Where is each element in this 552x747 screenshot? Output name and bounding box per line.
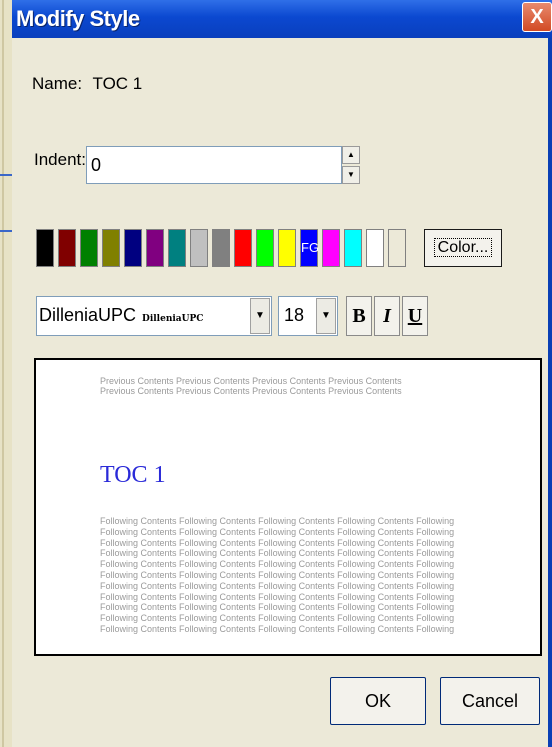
- preview-previous-text: Previous Contents Previous Contents Prev…: [100, 376, 420, 396]
- background-divider: [0, 230, 12, 232]
- name-value: TOC 1: [92, 74, 143, 93]
- color-button-label: Color...: [433, 238, 493, 257]
- indent-label: Indent:: [34, 150, 86, 169]
- title-bar[interactable]: Modify Style X: [12, 0, 552, 38]
- preview-line: Previous Contents Previous Contents Prev…: [100, 386, 402, 396]
- preview-line: Following Contents Following Contents Fo…: [100, 580, 455, 591]
- color-swatch[interactable]: [234, 229, 252, 267]
- preview-line: Following Contents Following Contents Fo…: [100, 516, 455, 526]
- color-swatch[interactable]: [388, 229, 406, 267]
- bold-button[interactable]: B: [346, 296, 372, 336]
- preview-line: Following Contents Following Contents Fo…: [100, 526, 455, 537]
- indent-spinner[interactable]: ▲ ▼: [342, 146, 360, 184]
- modify-style-dialog: Modify Style X Name: TOC 1 Indent: ▲ ▼ F…: [12, 0, 552, 747]
- background-window-edge: [0, 0, 12, 747]
- cancel-button[interactable]: Cancel: [440, 677, 540, 725]
- color-swatch[interactable]: [146, 229, 164, 267]
- preview-line: Following Contents Following Contents Fo…: [100, 548, 455, 559]
- font-name-text: DilleniaUPC: [39, 305, 137, 325]
- color-swatch[interactable]: [168, 229, 186, 267]
- style-name-row: Name: TOC 1: [32, 74, 148, 94]
- color-swatch[interactable]: [344, 229, 362, 267]
- preview-line: Following Contents Following Contents Fo…: [100, 559, 455, 570]
- chevron-down-icon[interactable]: ▼: [250, 298, 270, 334]
- preview-heading: TOC 1: [100, 462, 166, 488]
- color-swatch[interactable]: [322, 229, 340, 267]
- indent-field[interactable]: [86, 146, 342, 184]
- window-title: Modify Style: [16, 6, 140, 31]
- font-name-dropdown[interactable]: DilleniaUPC DilleniaUPC ▼: [36, 296, 272, 336]
- preview-line: Previous Contents Previous Contents Prev…: [100, 376, 402, 386]
- preview-line: Following Contents Following Contents Fo…: [100, 569, 455, 580]
- preview-line: Following Contents Following Contents Fo…: [100, 537, 455, 548]
- name-label: Name:: [32, 74, 83, 93]
- background-divider: [0, 174, 12, 176]
- preview-line: Following Contents Following Contents Fo…: [100, 602, 455, 613]
- chevron-down-icon[interactable]: ▼: [316, 298, 336, 334]
- color-swatch[interactable]: [102, 229, 120, 267]
- preview-line: Following Contents Following Contents Fo…: [100, 591, 455, 602]
- preview-line: Following Contents Following Contents Fo…: [100, 623, 455, 634]
- spin-down-icon[interactable]: ▼: [342, 166, 360, 184]
- preview-following-text: Following Contents Following Contents Fo…: [100, 516, 480, 635]
- font-name-value: DilleniaUPC DilleniaUPC: [39, 305, 203, 326]
- color-swatch[interactable]: [58, 229, 76, 267]
- close-icon[interactable]: X: [522, 2, 552, 32]
- preview-line: Following Contents Following Contents Fo…: [100, 613, 455, 624]
- style-preview: Previous Contents Previous Contents Prev…: [34, 358, 542, 656]
- color-button[interactable]: Color...: [424, 229, 502, 267]
- font-sample-text: DilleniaUPC: [142, 314, 204, 324]
- spin-up-icon[interactable]: ▲: [342, 146, 360, 164]
- color-swatch[interactable]: [256, 229, 274, 267]
- underline-button[interactable]: U: [402, 296, 428, 336]
- color-swatch[interactable]: [366, 229, 384, 267]
- font-size-dropdown[interactable]: 18 ▼: [278, 296, 338, 336]
- color-swatch-selected[interactable]: FG: [300, 229, 319, 267]
- font-size-value: 18: [284, 305, 305, 325]
- italic-button[interactable]: I: [374, 296, 400, 336]
- ok-button[interactable]: OK: [330, 677, 426, 725]
- color-swatch[interactable]: [124, 229, 142, 267]
- color-swatch[interactable]: [190, 229, 208, 267]
- color-swatch[interactable]: [278, 229, 296, 267]
- color-swatch[interactable]: [80, 229, 98, 267]
- background-ruler: [2, 0, 4, 747]
- color-swatch[interactable]: [36, 229, 54, 267]
- color-swatch[interactable]: [212, 229, 230, 267]
